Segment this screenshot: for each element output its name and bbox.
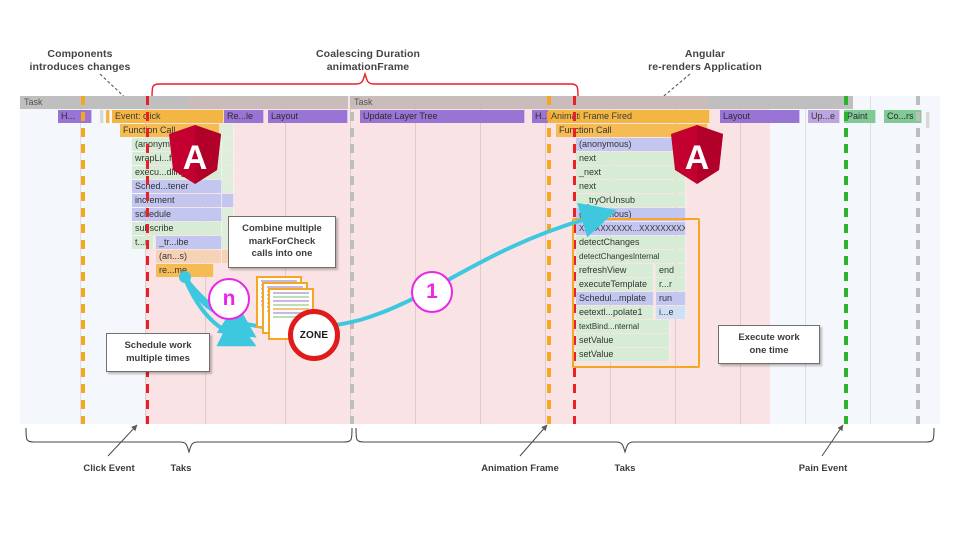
- rstack-bar-scheduletemplate[interactable]: Schedul...mplate: [576, 292, 654, 305]
- marker-red-right: [573, 96, 576, 424]
- performance-timeline-panel[interactable]: Task Task H... Event: click Re...le Layo…: [20, 96, 940, 424]
- rstack-bar-run[interactable]: run: [656, 292, 686, 305]
- rstack-bar-setvalue-1[interactable]: setValue: [576, 334, 670, 347]
- rstack-bar-detectchanges[interactable]: detectChanges: [576, 236, 686, 249]
- diagram-canvas: Components introduces changes Coalescing…: [0, 0, 960, 540]
- bottom-label-taks-right: Taks: [614, 463, 636, 474]
- marker-gray-right: [916, 96, 920, 424]
- svg-text:A: A: [183, 139, 208, 177]
- task-header-left-continuation: [188, 96, 348, 109]
- stack-bar-anons[interactable]: (an...s): [156, 250, 222, 263]
- rstack-bar-anonymous-2[interactable]: (anonymous): [576, 208, 686, 221]
- grid-line: [415, 96, 416, 424]
- stack-bar-tr[interactable]: t...r: [132, 236, 154, 249]
- angular-logo-left: A: [169, 125, 221, 184]
- rstack-bar-detectchangesinternal[interactable]: detectChangesInternal: [576, 250, 686, 263]
- marker-green-paint: [844, 96, 848, 424]
- rstack-bar-xxxx[interactable]: XXXXXXXXXX...XXXXXXXXX: [576, 222, 686, 235]
- task-header-right-label: Task: [354, 97, 373, 107]
- stack-bar-trsubscribe[interactable]: _tr...ibe: [156, 236, 222, 249]
- track-bar-tick-b: [106, 110, 110, 123]
- track-bar-event-click[interactable]: Event: click: [112, 110, 224, 123]
- track-bar-layout-left[interactable]: Layout: [268, 110, 348, 123]
- track-bar-frame-fired[interactable]: Frame Fired: [580, 110, 710, 123]
- bottom-label-animation-frame: Animation Frame: [481, 463, 559, 474]
- marker-red-left: [146, 96, 149, 424]
- track-bar-tick-a: [100, 110, 104, 123]
- callout-schedule-work: Schedule work multiple times: [106, 333, 210, 372]
- rstack-bar-rr[interactable]: r...r: [656, 278, 686, 291]
- track-bar-paint[interactable]: Paint: [844, 110, 876, 123]
- track-bar-tail-tick: [926, 112, 930, 128]
- track-bar-layout-right[interactable]: Layout: [720, 110, 800, 123]
- rstack-bar-ie[interactable]: i...e: [656, 306, 686, 319]
- bottom-label-pain-event: Pain Event: [798, 463, 848, 474]
- task-header-left-label: Task: [24, 97, 43, 107]
- track-bar-hittest[interactable]: H...: [58, 110, 92, 123]
- rstack-bar-tryorunsub[interactable]: __tryOrUnsub: [576, 194, 686, 207]
- callout-execute-work: Execute work one time: [718, 325, 820, 364]
- track-bar-update[interactable]: Up...e: [808, 110, 840, 123]
- track-bar-update-layer-tree[interactable]: Update Layer Tree: [360, 110, 525, 123]
- rstack-bar-executetemplate[interactable]: executeTemplate: [576, 278, 654, 291]
- rstack-bar-end[interactable]: end: [656, 264, 686, 277]
- grid-line: [740, 96, 741, 424]
- bottom-label-click-event: Click Event: [83, 463, 135, 474]
- badge-one: 1: [411, 271, 453, 313]
- marker-orange-left: [81, 96, 85, 424]
- marker-orange-right: [547, 96, 551, 424]
- grid-line: [480, 96, 481, 424]
- rstack-bar-textbindinginternal[interactable]: textBind...nternal: [576, 320, 670, 333]
- track-bar-recalc-style[interactable]: Re...le: [224, 110, 264, 123]
- rstack-bar-refreshview[interactable]: refreshView: [576, 264, 654, 277]
- stack-bar-resume[interactable]: re...me: [156, 264, 214, 277]
- svg-text:A: A: [685, 139, 710, 177]
- rstack-bar-setvalue-2[interactable]: setValue: [576, 348, 670, 361]
- angular-logo-right: A: [671, 125, 723, 184]
- badge-n: n: [208, 278, 250, 320]
- task-header-left[interactable]: Task: [20, 96, 188, 109]
- grid-line: [870, 96, 871, 424]
- stack-bar-fill: [222, 194, 234, 207]
- callout-combine-markforcheck: Combine multiple markForCheck calls into…: [228, 216, 336, 268]
- grid-line: [545, 96, 546, 424]
- task-header-right[interactable]: Task: [350, 96, 770, 109]
- region-idle-right: [770, 96, 940, 424]
- grid-line: [805, 96, 806, 424]
- bottom-label-taks-left: Taks: [170, 463, 192, 474]
- zone-badge: ZONE: [288, 309, 340, 361]
- marker-gray-mid: [350, 96, 354, 424]
- rstack-bar-textinterpolate1[interactable]: eetextl...polate1: [576, 306, 654, 319]
- task-header-right-tail: [708, 96, 853, 109]
